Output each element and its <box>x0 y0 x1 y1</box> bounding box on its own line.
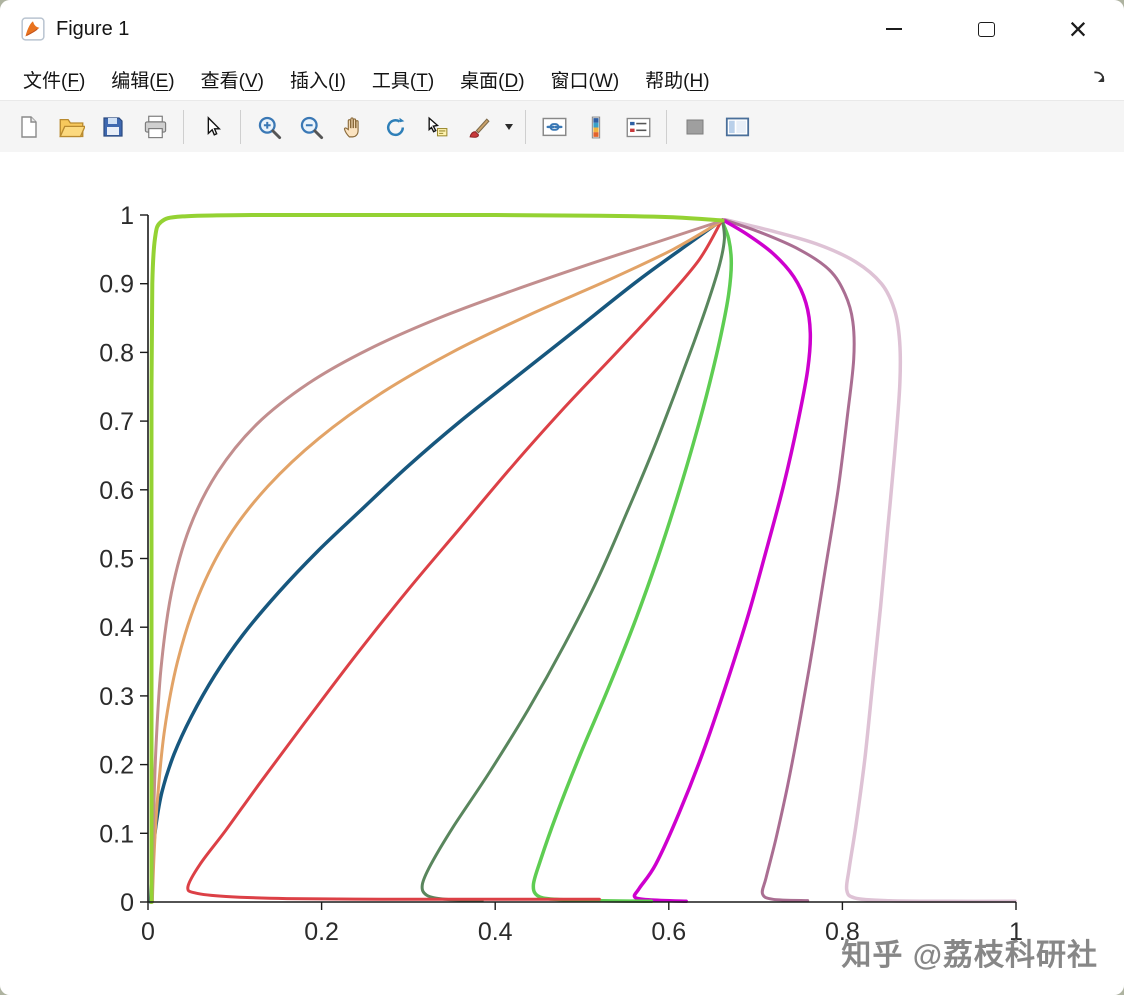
matlab-figure-icon <box>21 17 45 41</box>
pan-hand-icon <box>343 116 359 137</box>
new-figure-button[interactable] <box>8 106 50 148</box>
floppy-disk-icon <box>103 117 123 137</box>
figure-canvas[interactable]: 0 0.2 0.4 0.6 0.8 1 0 0.1 0.2 0.3 0.4 0.5 0.6 0.7 0.8 0… <box>0 152 1124 995</box>
curve-mauve <box>722 218 856 903</box>
zoom-out-icon <box>300 116 323 139</box>
svg-text:0.2: 0.2 <box>304 918 339 946</box>
svg-text:0.8: 0.8 <box>99 339 134 367</box>
show-plot-tools-button[interactable] <box>716 106 758 148</box>
hide-plot-tools-button[interactable] <box>674 106 716 148</box>
svg-text:0.4: 0.4 <box>478 918 513 946</box>
menu-item-file[interactable]: 文件(F) <box>10 61 98 98</box>
curve-pale-pink <box>724 218 1017 904</box>
menu-item-window[interactable]: 窗口(W) <box>538 61 633 98</box>
close-icon: × <box>1068 11 1088 47</box>
maximize-icon <box>977 21 995 37</box>
link-plots-button[interactable] <box>533 106 575 148</box>
open-file-button[interactable] <box>50 106 92 148</box>
curve-rosy-brown <box>150 219 725 904</box>
chevron-down-icon <box>505 124 513 130</box>
printer-icon <box>144 115 166 138</box>
rotate-3d-button[interactable] <box>374 106 416 148</box>
svg-text:0.2: 0.2 <box>99 752 134 780</box>
watermark: 知乎 @荔枝科研社 <box>841 939 1098 972</box>
curve-steel-blue <box>148 220 721 904</box>
minimize-icon <box>886 28 902 30</box>
dock-figure-button[interactable] <box>1088 66 1112 90</box>
figure-window: Figure 1 × 文件(F) 编辑(E) 查看(V) 插入(I) 工具(T)… <box>0 0 1124 995</box>
svg-text:0.3: 0.3 <box>99 683 134 711</box>
curve-dark-green <box>420 219 726 903</box>
legend-icon <box>626 117 650 137</box>
toolbar-separator <box>666 110 667 144</box>
brush-dropdown-button[interactable] <box>500 106 518 148</box>
close-button[interactable]: × <box>1032 0 1124 58</box>
svg-text:0.5: 0.5 <box>99 546 134 574</box>
menu-bar: 文件(F) 编辑(E) 查看(V) 插入(I) 工具(T) 桌面(D) 窗口(W… <box>0 58 1124 100</box>
cursor-arrow-icon <box>207 116 221 136</box>
dock-arrow-icon <box>1094 71 1105 82</box>
open-folder-icon <box>58 118 85 137</box>
curve-sandy-orange <box>150 219 725 904</box>
save-button[interactable] <box>92 106 134 148</box>
data-cursor-button[interactable] <box>416 106 458 148</box>
menu-item-help[interactable]: 帮助(H) <box>632 61 722 98</box>
svg-text:0.9: 0.9 <box>99 271 134 299</box>
insert-legend-button[interactable] <box>617 106 659 148</box>
brush-button[interactable] <box>458 106 500 148</box>
insert-colorbar-button[interactable] <box>575 106 617 148</box>
print-button[interactable] <box>134 106 176 148</box>
colorbar-icon <box>591 116 600 138</box>
menu-item-desktop[interactable]: 桌面(D) <box>447 61 537 98</box>
brush-icon <box>468 117 490 138</box>
toolbar-separator <box>183 110 184 144</box>
zoom-in-icon <box>258 116 281 139</box>
svg-text:0.1: 0.1 <box>99 820 134 848</box>
svg-text:0: 0 <box>141 918 155 946</box>
title-bar: Figure 1 × <box>0 0 1124 58</box>
rotate-3d-icon <box>386 117 404 136</box>
zoom-out-button[interactable] <box>290 106 332 148</box>
new-document-icon <box>21 116 37 138</box>
pan-button[interactable] <box>332 106 374 148</box>
zoom-in-button[interactable] <box>248 106 290 148</box>
svg-text:0.6: 0.6 <box>651 918 686 946</box>
link-plots-icon <box>542 117 566 136</box>
figure-toolbar <box>0 100 1124 154</box>
svg-text:0: 0 <box>120 889 134 917</box>
show-plot-tools-icon <box>725 117 749 136</box>
maximize-button[interactable] <box>940 0 1032 58</box>
toolbar-separator <box>240 110 241 144</box>
menu-item-edit[interactable]: 编辑(E) <box>98 61 187 98</box>
data-cursor-icon <box>427 116 447 136</box>
menu-item-view[interactable]: 查看(V) <box>188 61 277 98</box>
menu-item-insert[interactable]: 插入(I) <box>277 61 359 98</box>
svg-text:0.4: 0.4 <box>99 614 134 642</box>
figure-plot[interactable]: 0 0.2 0.4 0.6 0.8 100.10.20.30.40.50.60.70.80… <box>0 152 1124 995</box>
minimize-button[interactable] <box>848 0 940 58</box>
pointer-tool-button[interactable] <box>191 106 233 148</box>
window-title: Figure 1 <box>56 17 130 40</box>
toolbar-separator <box>525 110 526 144</box>
svg-text:1: 1 <box>120 202 134 230</box>
window-controls: × <box>848 0 1124 58</box>
menu-item-tools[interactable]: 工具(T) <box>359 61 447 98</box>
curve-red <box>186 220 723 901</box>
svg-text:0.7: 0.7 <box>99 408 134 436</box>
svg-text:0.6: 0.6 <box>99 477 134 505</box>
hide-plot-tools-icon <box>686 119 704 135</box>
